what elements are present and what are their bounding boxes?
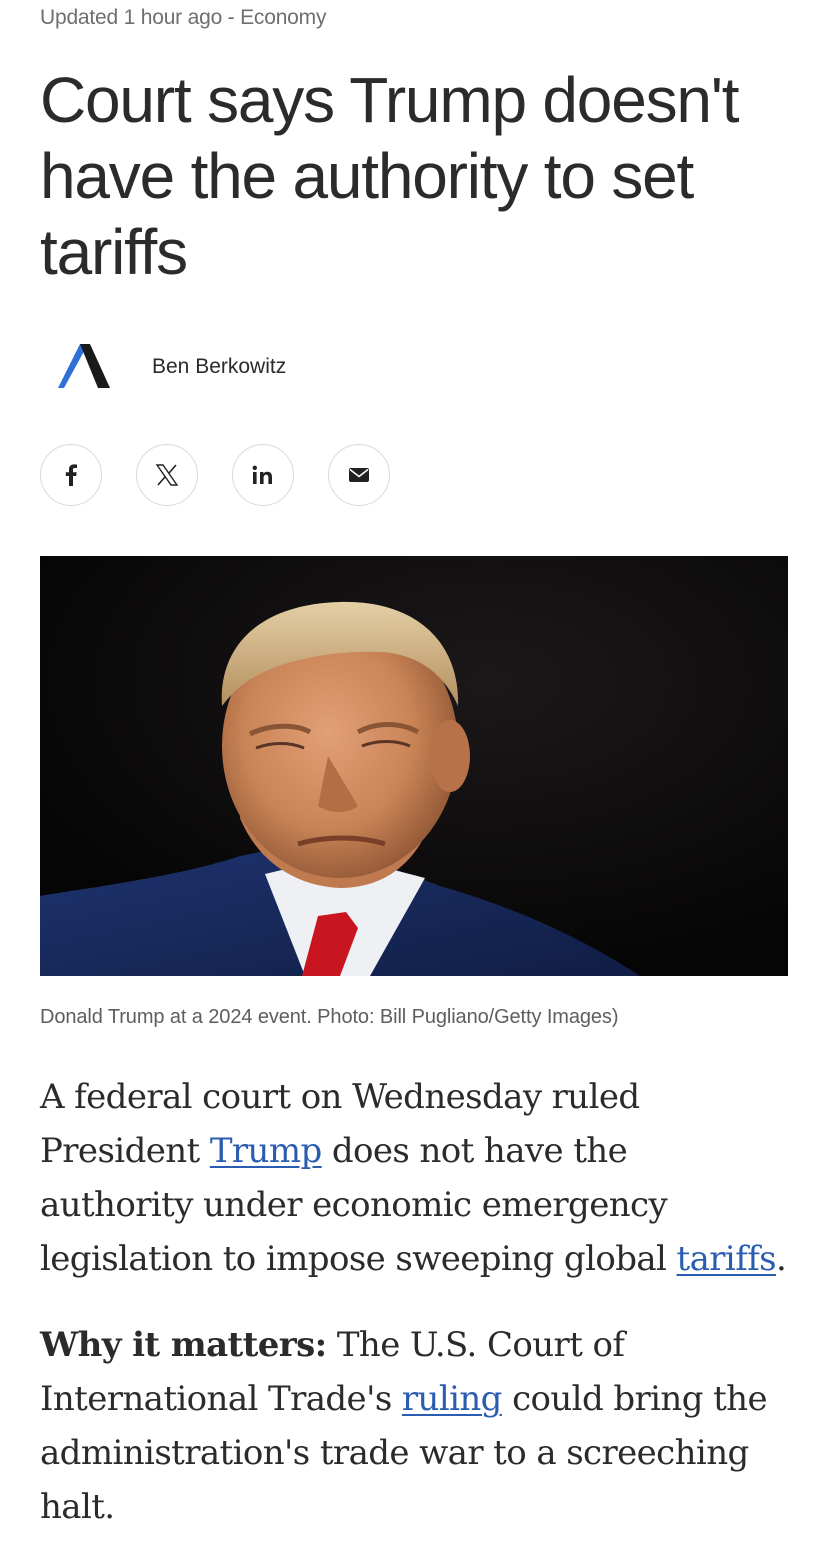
axios-logo-icon[interactable] bbox=[58, 342, 110, 390]
paragraph-text: . bbox=[776, 1239, 787, 1279]
paragraph-1: A federal court on Wednesday ruled Presi… bbox=[40, 1070, 788, 1286]
trump-link[interactable]: Trump bbox=[210, 1131, 322, 1171]
headline: Court says Trump doesn't have the author… bbox=[40, 64, 740, 288]
article-photo bbox=[40, 556, 788, 976]
author-name[interactable]: Ben Berkowitz bbox=[152, 355, 286, 379]
why-it-matters-label: Why it matters: bbox=[40, 1325, 327, 1365]
byline: Ben Berkowitz bbox=[40, 330, 788, 410]
x-icon bbox=[155, 464, 179, 486]
ruling-link[interactable]: ruling bbox=[402, 1379, 503, 1419]
facebook-icon bbox=[64, 464, 78, 486]
tariffs-link[interactable]: tariffs bbox=[677, 1239, 777, 1279]
photo-caption: Donald Trump at a 2024 event. Photo: Bil… bbox=[40, 1006, 619, 1028]
article-meta: Updated 1 hour ago - Economy bbox=[40, 6, 327, 29]
x-share-button[interactable] bbox=[136, 444, 198, 506]
email-icon bbox=[348, 467, 370, 483]
facebook-share-button[interactable] bbox=[40, 444, 102, 506]
linkedin-share-button[interactable] bbox=[232, 444, 294, 506]
email-share-button[interactable] bbox=[328, 444, 390, 506]
linkedin-icon bbox=[252, 465, 274, 485]
paragraph-2: Why it matters: The U.S. Court of Intern… bbox=[40, 1318, 788, 1534]
